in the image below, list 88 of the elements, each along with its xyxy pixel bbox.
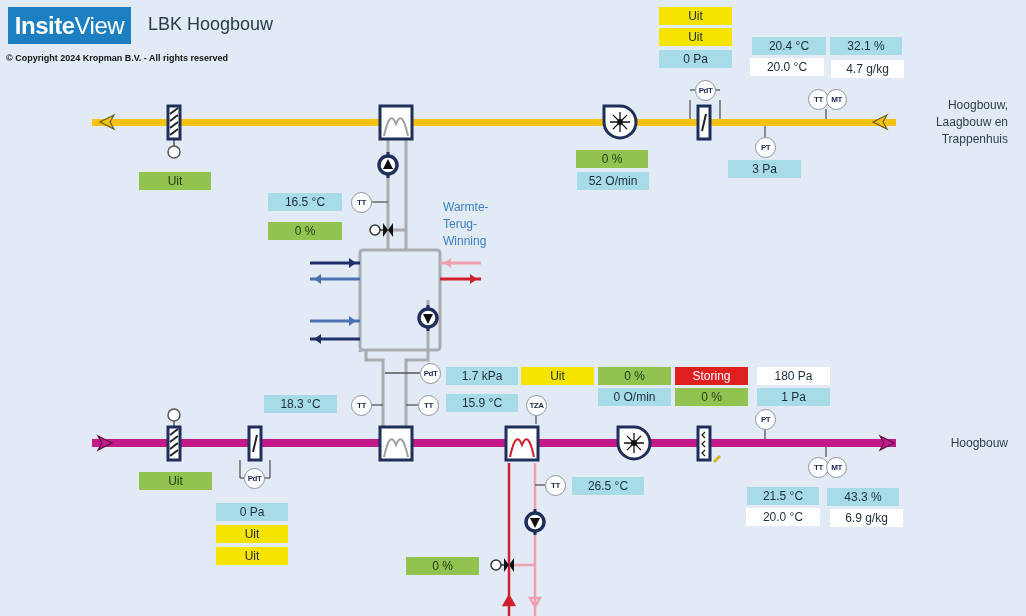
measured-value: 0 O/min	[598, 388, 671, 406]
measured-value: 16.5 °C	[268, 193, 342, 211]
setpoint-value: 180 Pa	[757, 367, 830, 385]
measured-value: 32.1 %	[830, 37, 902, 55]
status-value: Uit	[659, 28, 732, 46]
pipe-line	[440, 258, 481, 268]
command-value: 0 %	[268, 222, 342, 240]
pump-icon	[377, 152, 399, 178]
measured-value: 1 Pa	[757, 388, 830, 406]
page-title: LBK Hoogbouw	[148, 14, 274, 35]
status-value: Uit	[659, 7, 732, 25]
leader-line	[714, 89, 721, 91]
measured-value: 0 Pa	[659, 50, 732, 68]
pipe-line	[440, 274, 481, 284]
sensor-tag: TT	[808, 457, 829, 478]
measured-value: 52 O/min	[577, 172, 649, 190]
sensor-tag: TT	[545, 475, 566, 496]
status-value: Uit	[216, 547, 288, 565]
destination-label: Hoogbouw, Laagbouw en Trappenhuis	[934, 97, 1008, 148]
coil-icon	[504, 425, 540, 462]
command-value: 0 %	[598, 367, 671, 385]
sensor-tag: PT	[755, 409, 776, 430]
measured-value: 26.5 °C	[572, 477, 644, 495]
arrow-icon	[96, 434, 114, 452]
leader-line	[535, 414, 537, 425]
status-value: Uit	[216, 525, 288, 543]
measured-value: 18.3 °C	[264, 395, 337, 413]
leader-line	[719, 99, 721, 120]
command-value: 0 %	[576, 150, 648, 168]
valve-icon	[490, 558, 514, 572]
arrow-icon	[98, 113, 116, 131]
setpoint-value: 4.7 g/kg	[831, 60, 904, 78]
filter-icon	[247, 425, 263, 462]
coil-icon	[378, 425, 414, 462]
leader-line	[825, 446, 827, 458]
sensor-tag: MT	[826, 89, 847, 110]
valve-icon	[369, 223, 393, 237]
sensor-tag: TT	[351, 192, 372, 213]
leader-line	[689, 89, 696, 91]
arrow-icon	[878, 434, 896, 452]
sensor-tag: PdT	[420, 363, 441, 384]
setpoint-value: 20.0 °C	[750, 58, 824, 76]
command-value: Uit	[139, 472, 212, 490]
sensor-tag: PdT	[244, 468, 265, 489]
sensor-tag: TT	[351, 395, 372, 416]
unit-label: Warmte- Terug- Winning	[443, 199, 489, 250]
leader-line	[384, 372, 421, 374]
leader-line	[405, 404, 419, 406]
command-value: Uit	[139, 172, 211, 190]
leader-line	[370, 404, 384, 406]
filter-icon	[696, 104, 712, 141]
coil-icon	[378, 104, 414, 141]
setpoint-value: 6.9 g/kg	[830, 509, 903, 527]
command-value: 0 %	[406, 557, 479, 575]
leader-line	[370, 201, 389, 203]
sensor-tag: TT	[418, 395, 439, 416]
measured-value: 20.4 °C	[752, 37, 826, 55]
command-value: 0 %	[675, 388, 748, 406]
pump-icon	[524, 509, 546, 535]
measured-value: 0 Pa	[216, 503, 288, 521]
sensor-tag: TT	[808, 89, 829, 110]
silencer-icon	[696, 425, 721, 463]
sensor-tag: PT	[755, 137, 776, 158]
alarm-status: Storing	[675, 367, 748, 385]
leader-line	[534, 484, 546, 486]
copyright-text: © Copyright 2024 Kropman B.V. - All rights reserved	[6, 53, 229, 63]
status-value: Uit	[521, 367, 594, 385]
fan-icon	[616, 425, 652, 461]
setpoint-value: 20.0 °C	[746, 508, 820, 526]
leader-line	[825, 108, 827, 120]
sensor-tag: MT	[826, 457, 847, 478]
measured-value: 1.7 kPa	[446, 367, 518, 385]
damper-icon	[166, 104, 182, 159]
sensor-tag: PdT	[695, 80, 716, 101]
pump-icon	[417, 305, 439, 331]
destination-label: Hoogbouw	[949, 435, 1008, 452]
fan-icon	[602, 104, 638, 140]
measured-value: 43.3 %	[827, 488, 899, 506]
arrow-icon	[871, 113, 889, 131]
leader-line	[764, 428, 766, 440]
logo: InsiteView	[8, 7, 131, 44]
measured-value: 21.5 °C	[747, 487, 819, 505]
leader-line	[689, 99, 691, 120]
leader-line	[764, 125, 766, 138]
measured-value: 3 Pa	[728, 160, 801, 178]
measured-value: 15.9 °C	[446, 394, 518, 412]
sensor-tag: TZA	[526, 395, 547, 416]
damper-icon	[166, 408, 182, 462]
